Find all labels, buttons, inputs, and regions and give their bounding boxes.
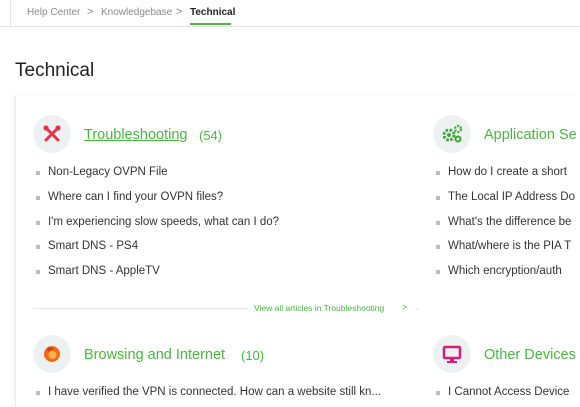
list-bullet — [36, 196, 40, 200]
chevron-right-icon: > — [176, 6, 183, 18]
list-bullet — [36, 245, 40, 249]
article-link[interactable]: How do I create a short — [448, 166, 567, 178]
article-link[interactable]: Non-Legacy OVPN File — [48, 166, 168, 178]
article-link[interactable]: What/where is the PIA T — [448, 240, 571, 252]
category-title-troubleshooting[interactable]: Troubleshooting — [84, 127, 187, 143]
breadcrumb-active-indicator — [190, 23, 231, 25]
list-bullet — [36, 221, 40, 225]
page-title: Technical — [15, 60, 95, 81]
article-link[interactable]: What's the difference be — [448, 216, 571, 228]
list-bullet — [36, 270, 40, 274]
list-bullet — [436, 270, 440, 274]
category-title-browsing-and-internet[interactable]: Browsing and Internet — [84, 347, 225, 363]
divider-left — [33, 308, 248, 309]
list-bullet — [436, 391, 440, 395]
article-link[interactable]: I'm experiencing slow speeds, what can I… — [48, 216, 279, 228]
list-bullet — [436, 221, 440, 225]
breadcrumb-help-center[interactable]: Help Center — [27, 7, 80, 18]
category-count-troubleshooting: (54) — [199, 128, 223, 143]
article-link[interactable]: I have verified the VPN is connected. Ho… — [48, 386, 381, 398]
breadcrumb-edge — [10, 0, 11, 26]
article-link[interactable]: The Local IP Address Do — [448, 191, 575, 203]
article-link[interactable]: I Cannot Access Device — [448, 386, 569, 398]
list-bullet — [436, 171, 440, 175]
monitor-icon — [433, 335, 471, 373]
list-bullet — [436, 196, 440, 200]
breadcrumb-technical: Technical — [190, 7, 236, 18]
view-all-troubleshooting-link[interactable]: View all articles in Troubleshooting — [254, 303, 384, 313]
divider-right — [416, 308, 419, 309]
firefox-icon — [33, 335, 71, 373]
list-bullet — [36, 171, 40, 175]
category-count-browsing: (10) — [241, 348, 265, 363]
breadcrumb: Help Center > Knowledgebase > Technical — [0, 0, 580, 27]
article-link[interactable]: Smart DNS - PS4 — [48, 240, 138, 252]
list-bullet — [436, 245, 440, 249]
article-link[interactable]: Which encryption/auth — [448, 265, 562, 277]
category-title-other-devices[interactable]: Other Devices — [484, 347, 576, 363]
chevron-right-icon: > — [87, 6, 94, 18]
article-link[interactable]: Smart DNS - AppleTV — [48, 265, 160, 277]
tools-icon — [33, 115, 71, 153]
category-title-application-settings[interactable]: Application Se — [484, 127, 577, 143]
chevron-right-icon: > — [402, 302, 408, 312]
gears-icon — [433, 115, 471, 153]
breadcrumb-knowledgebase[interactable]: Knowledgebase — [101, 7, 172, 18]
article-link[interactable]: Where can I find your OVPN files? — [48, 191, 223, 203]
list-bullet — [36, 391, 40, 395]
